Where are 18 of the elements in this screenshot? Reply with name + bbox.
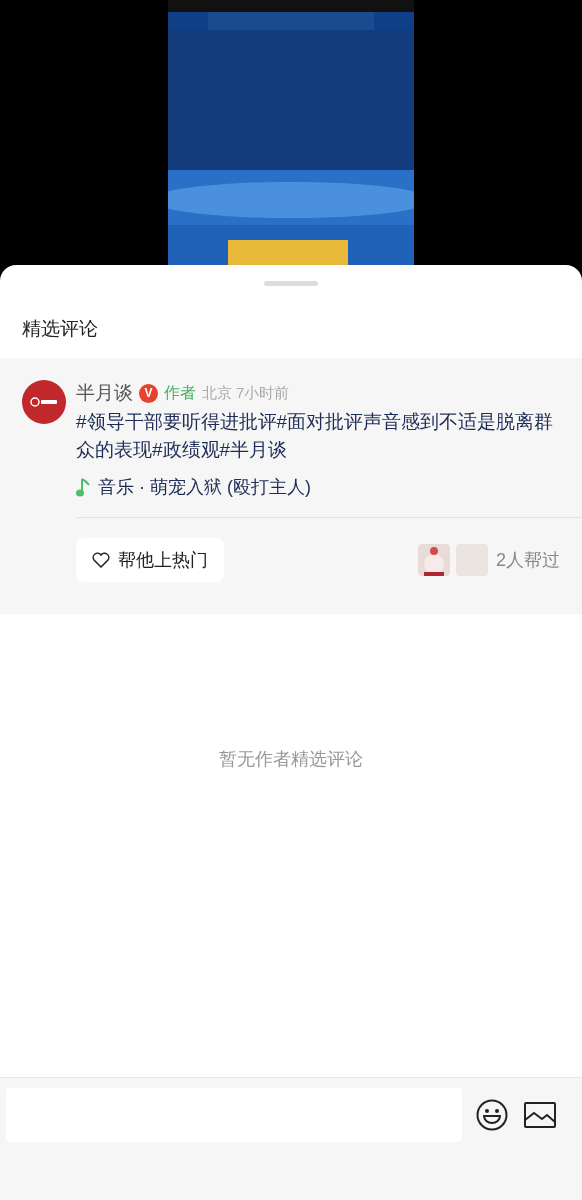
location-text: 北京 — [202, 382, 232, 403]
avatar-icon — [22, 380, 66, 424]
heart-icon — [92, 552, 110, 568]
avatar-icon — [418, 544, 450, 576]
empty-message: 暂无作者精选评论 — [219, 748, 363, 771]
author-name[interactable]: 半月谈 — [76, 378, 133, 408]
verified-badge: V — [139, 383, 158, 403]
sheet-title: 精选评论 — [22, 317, 98, 341]
drag-handle[interactable] — [264, 281, 318, 286]
music-note-icon — [76, 477, 90, 498]
music-link[interactable]: 音乐 · 萌宠入狱 (殴打主人) — [98, 474, 311, 501]
time-text: 7小时前 — [236, 382, 290, 403]
helpers-count: 2人帮过 — [496, 548, 560, 572]
comment-text: #领导干部要听得进批评#面对批评声音感到不适是脱离群众的表现#政绩观#半月谈 — [76, 410, 555, 462]
author-tag: 作者 — [164, 381, 196, 405]
boost-button[interactable]: 帮他上热门 — [76, 538, 224, 582]
emoji-icon[interactable] — [476, 1099, 508, 1131]
image-icon[interactable] — [524, 1102, 556, 1128]
